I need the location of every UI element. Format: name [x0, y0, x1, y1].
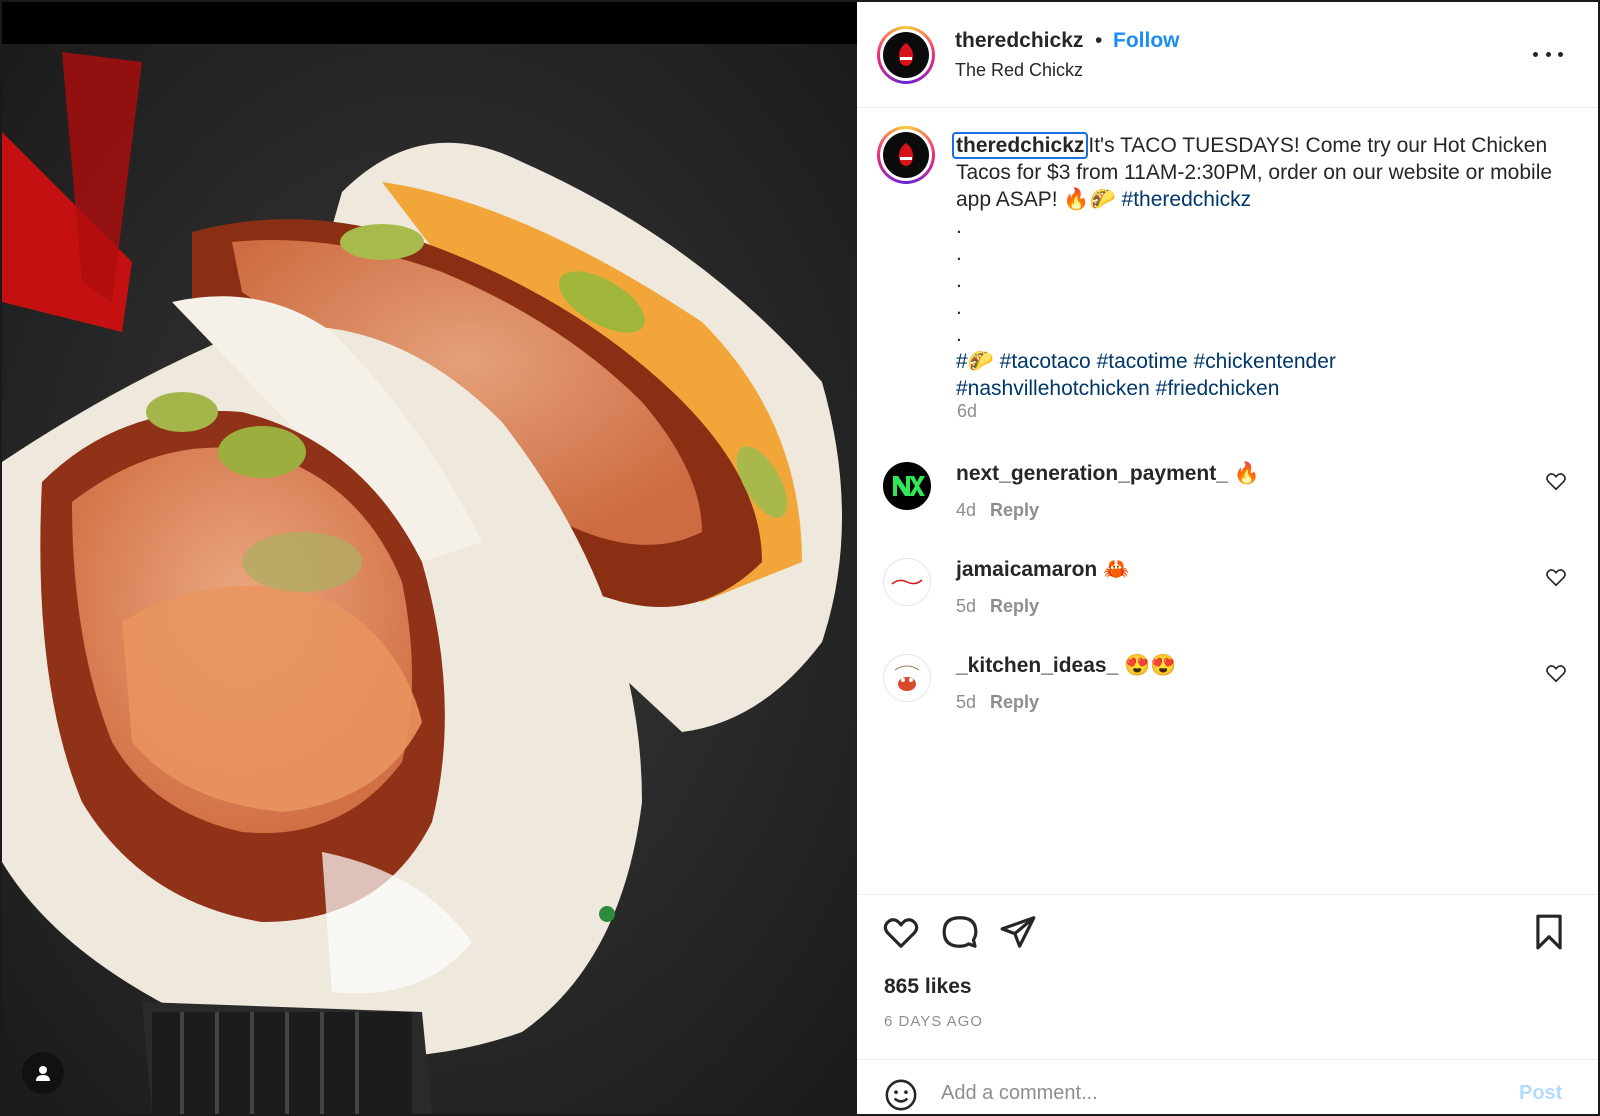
add-comment-bar: Post	[857, 1059, 1598, 1114]
caption-dot: .	[956, 269, 962, 292]
separator-dot: •	[1095, 29, 1103, 52]
reply-button[interactable]: Reply	[990, 692, 1039, 712]
caption-author-avatar[interactable]	[877, 126, 935, 184]
nx-logo-icon	[893, 476, 925, 496]
comment-time[interactable]: 5d	[956, 596, 976, 616]
comment-meta: 5d Reply	[956, 692, 1039, 713]
reply-button[interactable]: Reply	[990, 500, 1039, 520]
emoji-icon[interactable]	[884, 1078, 918, 1112]
author-username[interactable]: theredchickz	[955, 29, 1083, 53]
post-comment-button[interactable]: Post	[1519, 1082, 1562, 1105]
post-date[interactable]: 6 DAYS AGO	[884, 1013, 983, 1030]
reply-button[interactable]: Reply	[990, 596, 1039, 616]
hashtag-link[interactable]: #🌮	[956, 350, 994, 373]
commenter-avatar[interactable]	[883, 558, 931, 606]
taco-photo-illustration	[2, 2, 857, 1114]
like-heart-icon[interactable]	[882, 913, 920, 951]
comment-line: _kitchen_ideas_ 😍😍	[956, 654, 1176, 678]
hashtag-line: #nashvillehotchicken #friedchicken	[956, 375, 1566, 402]
commenter-avatar[interactable]	[883, 654, 931, 702]
more-options-icon[interactable]	[1533, 42, 1563, 66]
caption-dot: .	[956, 215, 962, 238]
caption-username[interactable]: theredchickz	[952, 132, 1089, 159]
caption-text: theredchickz It's TACO TUESDAYS! Come try…	[952, 132, 1566, 402]
comment-line: jamaicamaron 🦀	[956, 558, 1129, 582]
author-subtitle[interactable]: The Red Chickz	[955, 60, 1083, 81]
person-icon	[36, 1066, 50, 1081]
caption-dot: .	[956, 296, 962, 319]
comment-item: next_generation_payment_ 🔥 4d Reply	[857, 462, 1598, 552]
hashtag-link[interactable]: #theredchickz	[1122, 188, 1252, 211]
red-chickz-logo-icon	[899, 43, 913, 66]
hashtag-link[interactable]: #nashvillehotchicken	[956, 377, 1150, 400]
post-photo[interactable]	[2, 2, 857, 1114]
follow-button[interactable]: Follow	[1113, 29, 1180, 53]
hashtag-line: #🌮 #tacotaco #tacotime #chickentender	[956, 348, 1566, 375]
hashtag-link[interactable]: #tacotaco	[1000, 350, 1091, 373]
comment-text: 🔥	[1233, 462, 1260, 485]
commenter-avatar[interactable]	[883, 462, 931, 510]
comment-line: next_generation_payment_ 🔥	[956, 462, 1260, 486]
post-detail-panel: theredchickz • Follow The Red Chickz the…	[857, 2, 1598, 1114]
comment-time[interactable]: 4d	[956, 500, 976, 520]
commenter-username[interactable]: next_generation_payment_	[956, 462, 1228, 485]
post-header: theredchickz • Follow The Red Chickz	[857, 2, 1598, 108]
comment-time[interactable]: 5d	[956, 692, 976, 712]
comment-item: jamaicamaron 🦀 5d Reply	[857, 558, 1598, 648]
caption-timestamp[interactable]: 6d	[957, 401, 977, 422]
hashtag-link[interactable]: #chickentender	[1193, 350, 1335, 373]
like-comment-heart-icon[interactable]	[1545, 470, 1567, 492]
commenter-username[interactable]: jamaicamaron	[956, 558, 1097, 581]
comment-meta: 5d Reply	[956, 596, 1039, 617]
comment-bubble-icon[interactable]	[941, 913, 979, 951]
commenter-username[interactable]: _kitchen_ideas_	[956, 654, 1118, 677]
comment-text: 😍😍	[1124, 654, 1177, 677]
comment-meta: 4d Reply	[956, 500, 1039, 521]
post-actions: 865 likes 6 DAYS AGO	[857, 894, 1598, 1059]
instagram-post-window: theredchickz • Follow The Red Chickz the…	[0, 0, 1600, 1116]
hashtag-link[interactable]: #friedchicken	[1156, 377, 1280, 400]
like-comment-heart-icon[interactable]	[1545, 662, 1567, 684]
jamaicamaron-logo-icon	[891, 579, 923, 585]
like-comment-heart-icon[interactable]	[1545, 566, 1567, 588]
red-chickz-logo-icon	[899, 143, 913, 166]
tagged-users-icon[interactable]	[22, 1052, 64, 1094]
share-send-icon[interactable]	[999, 913, 1037, 951]
comment-item: _kitchen_ideas_ 😍😍 5d Reply	[857, 654, 1598, 744]
like-count[interactable]: 865 likes	[884, 975, 972, 999]
caption-dot: .	[956, 323, 962, 346]
hashtag-link[interactable]: #tacotime	[1097, 350, 1188, 373]
caption-dot: .	[956, 242, 962, 265]
kitchen-ideas-logo-icon	[894, 665, 920, 691]
comment-text: 🦀	[1103, 558, 1130, 581]
comment-input[interactable]	[941, 1082, 1481, 1105]
author-avatar[interactable]	[877, 26, 935, 84]
save-bookmark-icon[interactable]	[1530, 913, 1568, 951]
